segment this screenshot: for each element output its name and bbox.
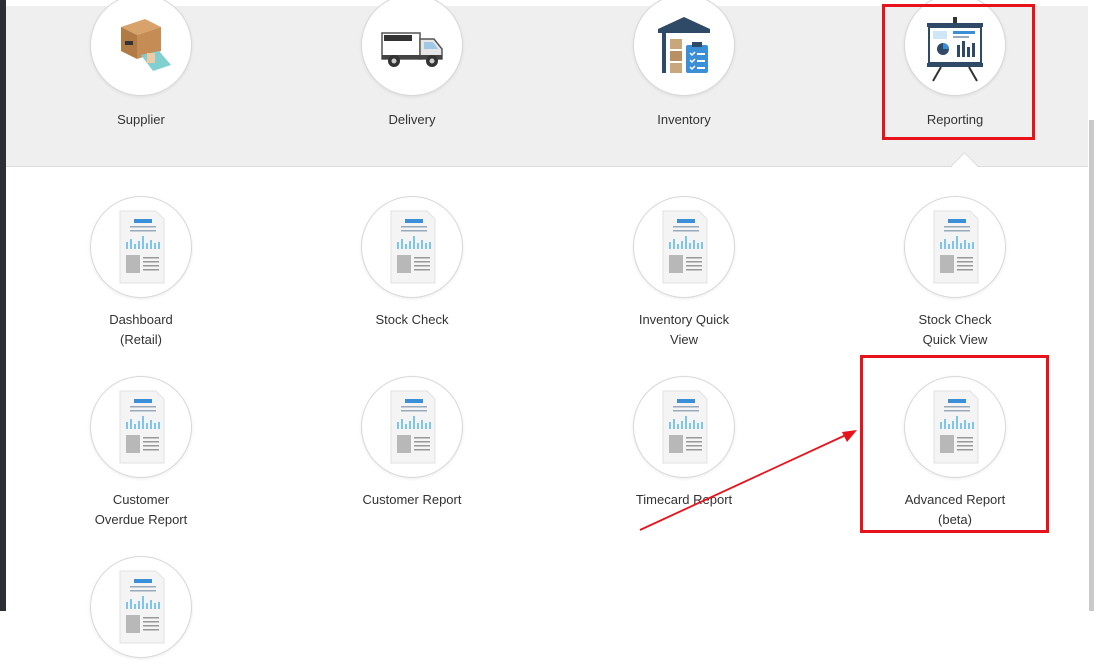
annotation-arrow (639, 430, 857, 531)
scrollbar[interactable] (1088, 0, 1096, 611)
scrollbar-thumb[interactable] (1089, 120, 1094, 611)
